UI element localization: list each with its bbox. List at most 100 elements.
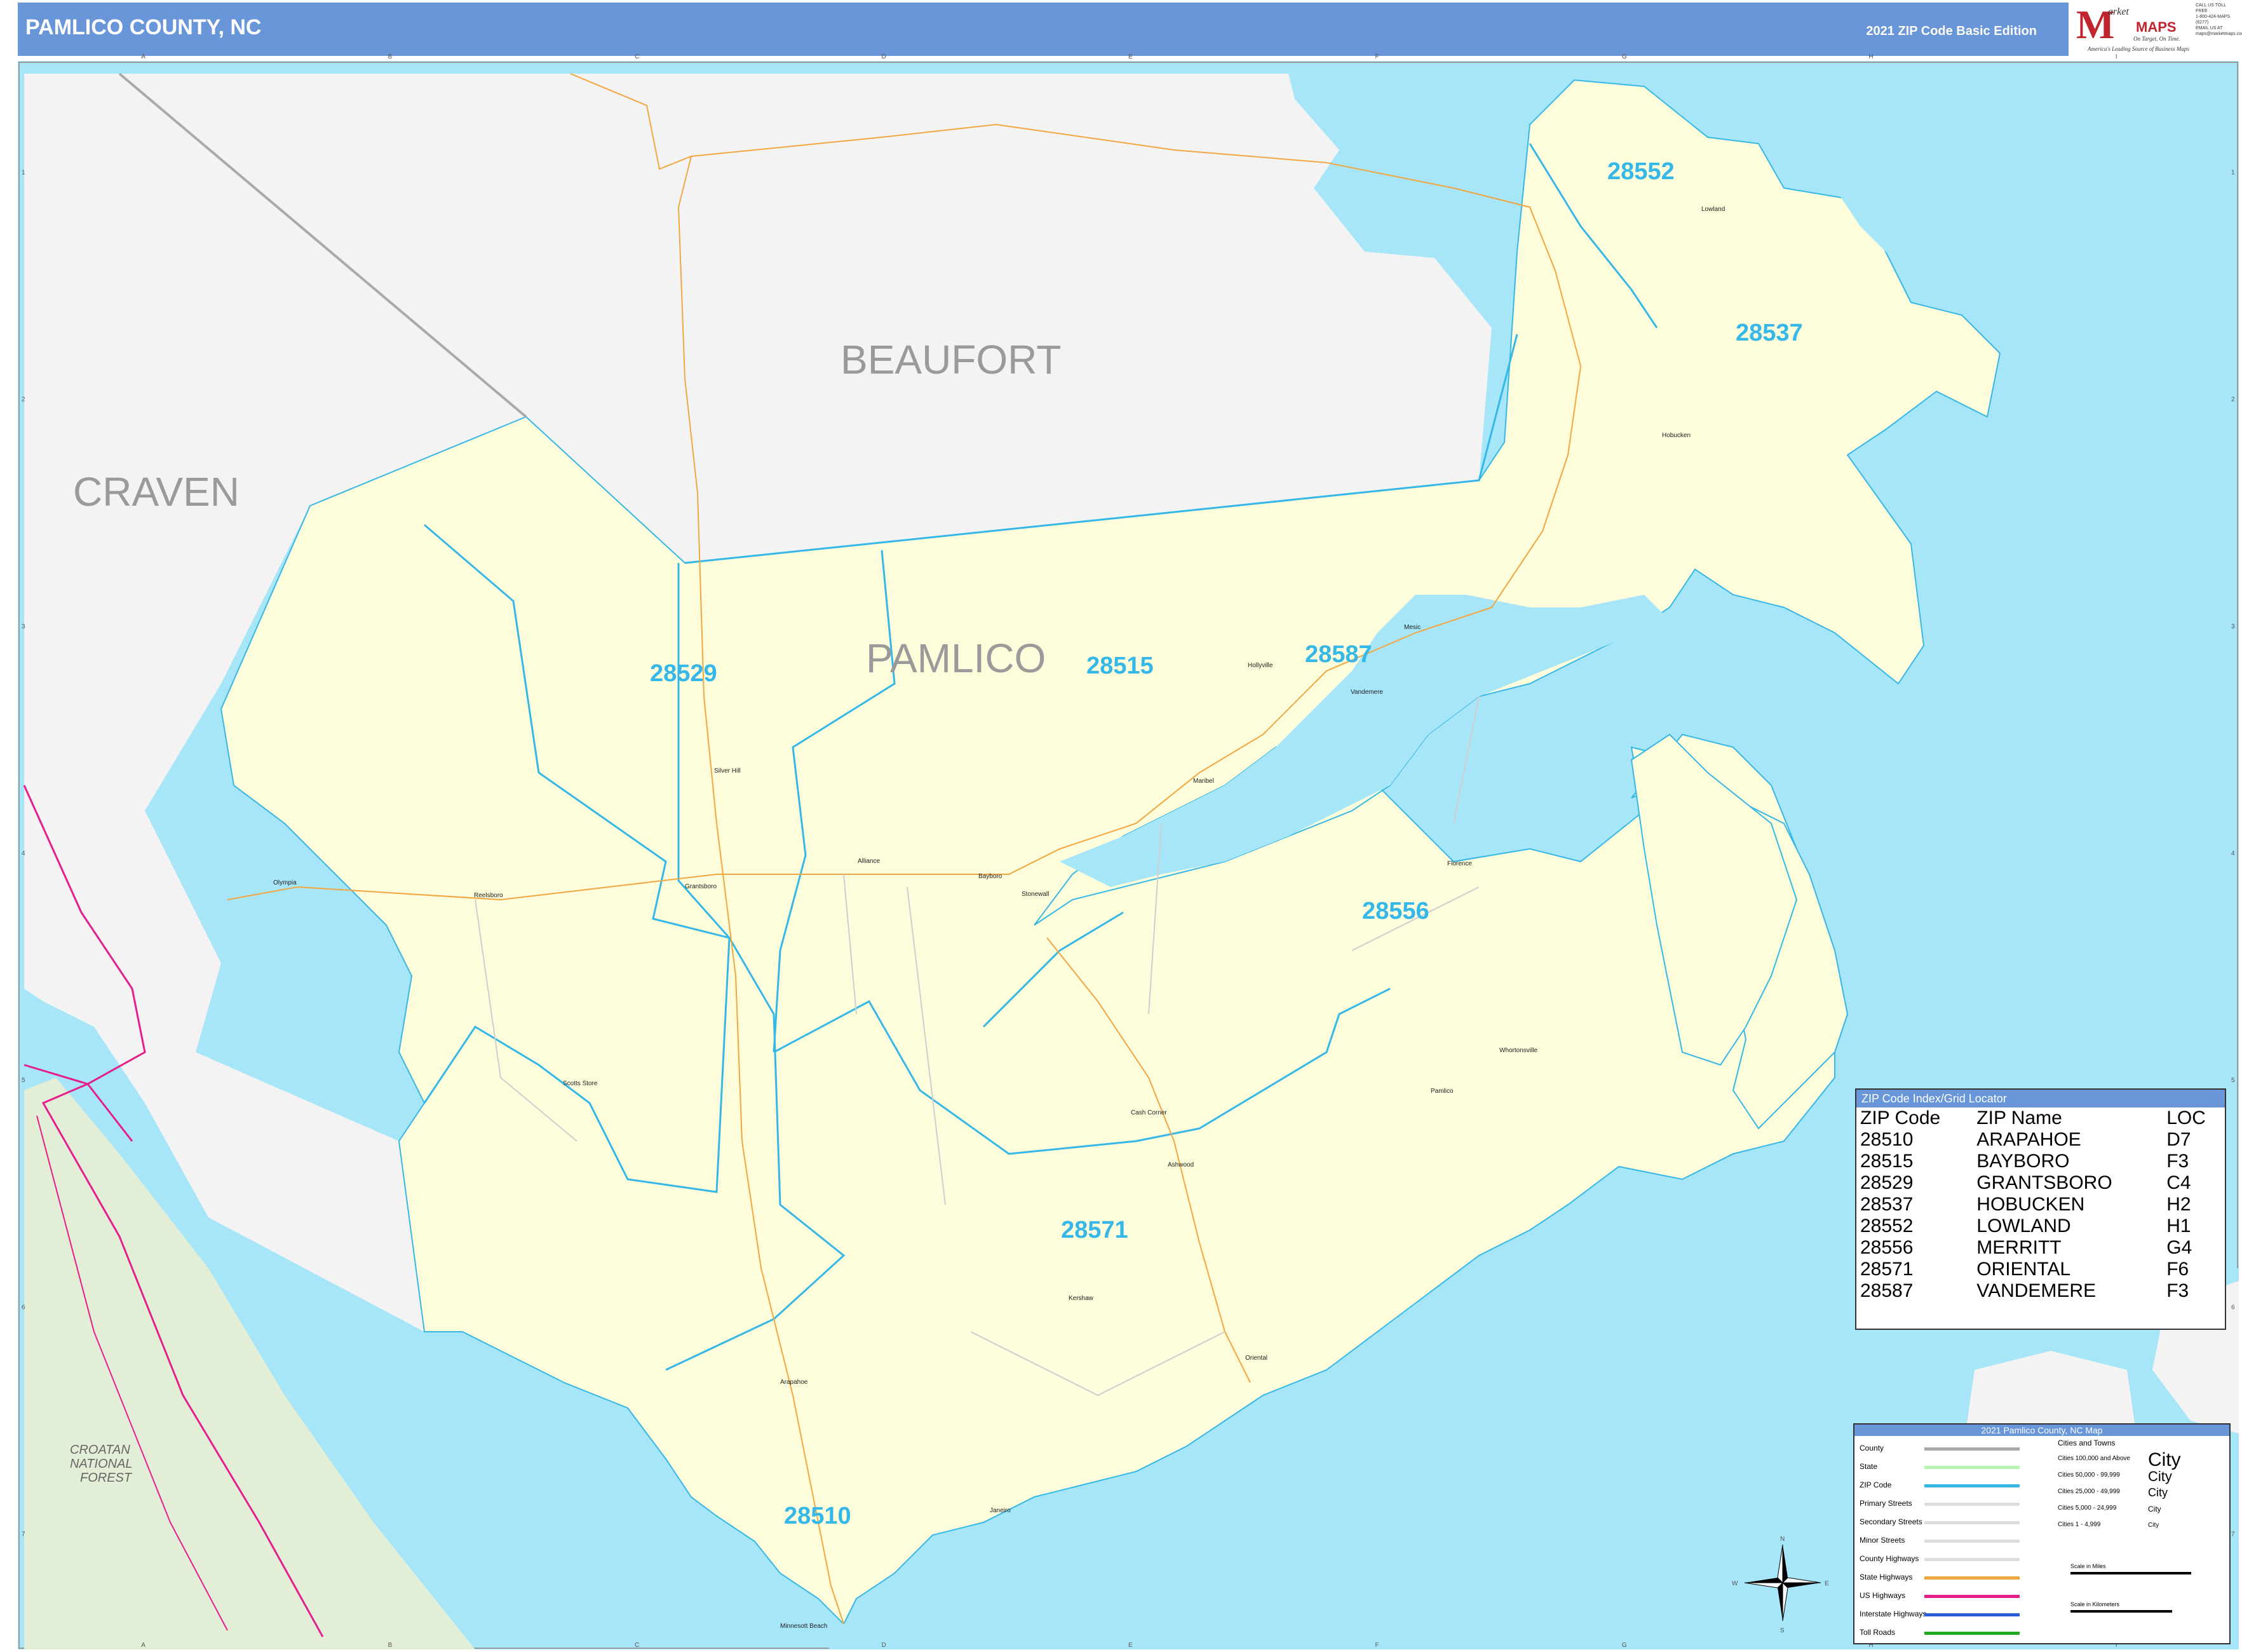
grid-column-label: I	[2116, 53, 2117, 60]
zip-index-cell: HOBUCKEN	[1976, 1194, 2085, 1215]
zip-index-row: 28510 ARAPAHOE D7	[1856, 1129, 2225, 1151]
map-legend: 2021 Pamlico County, NC Map County State Z…	[1853, 1423, 2231, 1644]
legend-row-label: Interstate Highways	[1860, 1609, 1927, 1618]
legend-city-sample: City	[2148, 1505, 2161, 1513]
grid-column-label: A	[141, 53, 145, 60]
zip-index-cell: C4	[2166, 1172, 2191, 1193]
forest-label: NATIONAL	[70, 1457, 133, 1471]
zip-index-cell: F3	[2166, 1280, 2189, 1301]
legend-city-class: Cities 50,000 - 99,999	[2058, 1472, 2120, 1479]
grid-row-label-right: 7	[2231, 1531, 2235, 1538]
contact-line: maps@marketmaps.com	[2196, 32, 2242, 36]
zip-index-cell: F3	[2166, 1151, 2189, 1172]
zip-index-cell: BAYBORO	[1976, 1151, 2070, 1172]
place-label: Ashwood	[1168, 1161, 1194, 1168]
grid-row-label: 5	[22, 1077, 25, 1084]
place-label: Vandemere	[1351, 689, 1383, 696]
place-label: Janeiro	[990, 1507, 1011, 1514]
grid-column-label: C	[635, 53, 639, 60]
place-label: Lowland	[1701, 206, 1725, 213]
legend-swatch	[1924, 1613, 2020, 1616]
zip-label: 28556	[1362, 898, 1429, 924]
logo-word-maps: MAPS	[2136, 19, 2177, 35]
legend-city-sample: City	[2148, 1449, 2181, 1470]
grid-row-label: 4	[22, 850, 25, 857]
logo-tagline-2: America's Leading Source of Business Map…	[2088, 46, 2189, 52]
zip-index-cell: F6	[2166, 1259, 2189, 1280]
map-frame[interactable]: AABBCCDDEEFFGGHHII 11223344556677 BEAUFO…	[18, 53, 2239, 1649]
zip-index-cell: 28552	[1860, 1215, 1914, 1236]
place-label: Stonewall	[1022, 891, 1049, 898]
zip-index-cell: 28529	[1860, 1172, 1914, 1193]
zip-index-header-row: ZIP Code ZIP Name LOC	[1856, 1107, 2225, 1129]
grid-column-label-bottom: C	[635, 1642, 639, 1649]
zip-label: 28537	[1736, 320, 1803, 346]
zip-index-cell: VANDEMERE	[1976, 1280, 2097, 1301]
grid-column-label: B	[388, 53, 393, 60]
zip-index-row: 28515 BAYBORO F3	[1856, 1151, 2225, 1172]
legend-row-label: Toll Roads	[1860, 1628, 1896, 1637]
edition-label: 2021 ZIP Code Basic Edition	[1866, 24, 2037, 38]
place-label: Arapahoe	[780, 1379, 808, 1386]
compass-n: N	[1780, 1536, 1785, 1543]
zip-index-cell: H1	[2166, 1215, 2191, 1236]
zip-index-cell: GRANTSBORO	[1976, 1172, 2112, 1193]
page-title: PAMLICO COUNTY, NC	[25, 15, 262, 39]
zip-index-row: 28529 GRANTSBORO C4	[1856, 1172, 2225, 1194]
place-label: Pamlico	[1431, 1088, 1454, 1095]
grid-row-label: 3	[22, 623, 25, 630]
legend-city-class: Cities 25,000 - 49,999	[2058, 1488, 2120, 1495]
legend-row-label: County	[1860, 1444, 1884, 1452]
grid-column-label-bottom: F	[1375, 1642, 1379, 1649]
grid-column-label-bottom: E	[1128, 1642, 1133, 1649]
legend-row-label: Secondary Streets	[1860, 1517, 1922, 1526]
zip-index-cell: LOWLAND	[1976, 1215, 2071, 1236]
grid-row-label: 6	[22, 1304, 25, 1311]
legend-city-class: Cities 100,000 and Above	[2058, 1455, 2130, 1462]
zip-index-title: ZIP Code Index/Grid Locator	[1856, 1090, 2225, 1107]
compass-w: W	[1732, 1580, 1738, 1587]
legend-swatch	[1924, 1576, 2020, 1580]
legend-row-label: County Highways	[1860, 1554, 1919, 1563]
grid-column-label-bottom: G	[1622, 1642, 1627, 1649]
place-label: Maribel	[1193, 778, 1214, 785]
place-label: Oriental	[1245, 1355, 1267, 1362]
zip-index-cell: H2	[2166, 1194, 2191, 1215]
zip-index-cell: G4	[2166, 1237, 2192, 1258]
contact-line: 1-800-424-MAPS (6277)	[2196, 15, 2231, 25]
zip-label: 28515	[1086, 653, 1154, 679]
legend-swatch	[1924, 1466, 2020, 1469]
legend-swatch	[1924, 1632, 2020, 1635]
zip-label: 28510	[784, 1503, 851, 1529]
grid-row-label-right: 3	[2231, 623, 2235, 630]
legend-cities-title: Cities and Towns	[2058, 1439, 2116, 1447]
legend-title: 2021 Pamlico County, NC Map	[1854, 1425, 2229, 1436]
county-map[interactable]: AABBCCDDEEFFGGHHII 1 12 23 34 45 56 67 7 BEAUFO…	[18, 53, 2239, 1649]
place-label: Olympia	[273, 879, 297, 886]
scale-bar-km	[2070, 1610, 2172, 1613]
compass-s: S	[1780, 1627, 1785, 1634]
grid-column-label: F	[1375, 53, 1379, 60]
zip-index-cell: 28571	[1860, 1259, 1914, 1280]
grid-column-label: E	[1128, 53, 1133, 60]
place-label: Mesic	[1404, 624, 1421, 631]
zip-index-cell: ARAPAHOE	[1976, 1129, 2081, 1150]
place-label: Hollyville	[1248, 662, 1273, 669]
grid-row-label-right: 5	[2231, 1077, 2235, 1084]
zip-label: 28571	[1061, 1217, 1128, 1243]
market-maps-logo: M arket MAPS On Target, On Time. America…	[2072, 0, 2193, 56]
place-label: Whortonsville	[1499, 1047, 1537, 1054]
legend-city-sample: City	[2148, 1522, 2159, 1529]
place-label: Minnesott Beach	[780, 1623, 828, 1630]
zip-index-cell: 28510	[1860, 1129, 1914, 1150]
place-label: Kershaw	[1069, 1295, 1094, 1302]
scale-km-label: Scale in Kilometers	[2070, 1601, 2120, 1608]
forest-label: CROATAN	[70, 1443, 130, 1457]
place-label: Alliance	[858, 858, 880, 865]
zip-index-row: 28537 HOBUCKEN H2	[1856, 1194, 2225, 1215]
zip-label: 28587	[1305, 641, 1372, 668]
forest-label: FOREST	[80, 1471, 133, 1485]
legend-swatch	[1924, 1558, 2020, 1561]
zip-index-cell: ORIENTAL	[1976, 1259, 2071, 1280]
zip-index-cell: 28537	[1860, 1194, 1914, 1215]
